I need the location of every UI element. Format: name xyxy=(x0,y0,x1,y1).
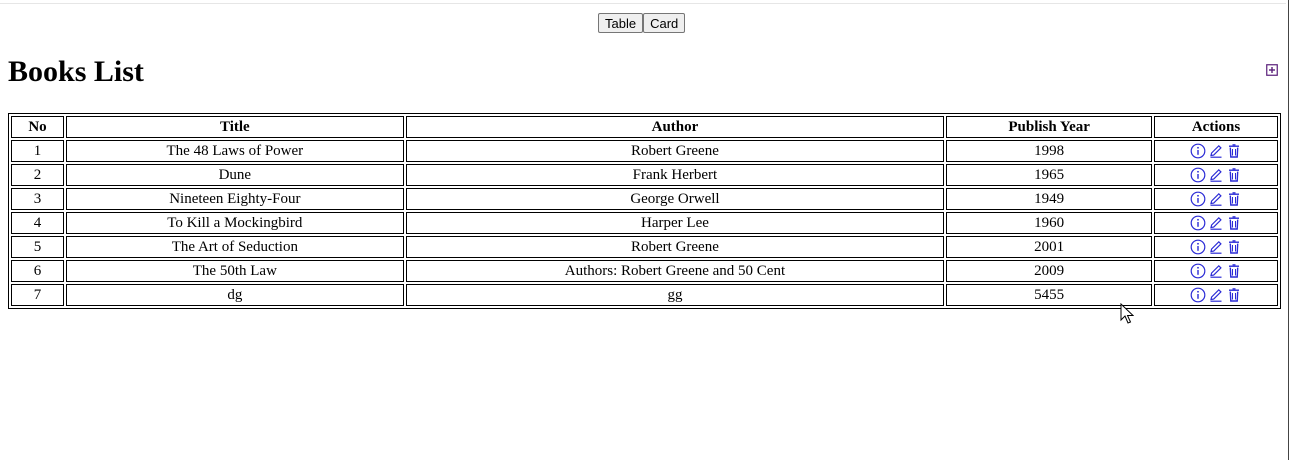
pencil-icon[interactable] xyxy=(1208,215,1224,231)
cell-publish-year: 2001 xyxy=(946,236,1153,258)
cell-title: The 48 Laws of Power xyxy=(65,140,404,162)
trash-icon[interactable] xyxy=(1226,263,1242,279)
header-publish-year: Publish Year xyxy=(946,116,1153,138)
cell-actions xyxy=(1154,188,1278,210)
trash-icon[interactable] xyxy=(1226,239,1242,255)
row-actions xyxy=(1190,191,1242,207)
row-actions xyxy=(1190,167,1242,183)
cell-no: 7 xyxy=(11,284,64,306)
pencil-icon[interactable] xyxy=(1208,191,1224,207)
card-view-button[interactable]: Card xyxy=(643,13,686,33)
cell-author: Harper Lee xyxy=(405,212,945,234)
cell-no: 3 xyxy=(11,188,64,210)
info-circle-icon[interactable] xyxy=(1190,143,1206,159)
row-actions xyxy=(1190,215,1242,231)
cell-no: 2 xyxy=(11,164,64,186)
info-circle-icon[interactable] xyxy=(1190,287,1206,303)
table-header-row: No Title Author Publish Year Actions xyxy=(11,116,1278,138)
cell-publish-year: 1965 xyxy=(946,164,1153,186)
table-view-button[interactable]: Table xyxy=(598,13,644,33)
add-box-icon[interactable] xyxy=(1266,64,1278,76)
books-table: No Title Author Publish Year Actions 1 Th… xyxy=(8,113,1281,309)
info-circle-icon[interactable] xyxy=(1190,215,1206,231)
row-actions xyxy=(1190,239,1242,255)
cell-publish-year: 2009 xyxy=(946,260,1153,282)
row-actions xyxy=(1190,287,1242,303)
cell-author: Frank Herbert xyxy=(405,164,945,186)
table-row: 7 dg gg 5455 xyxy=(11,284,1278,306)
cell-publish-year: 1960 xyxy=(946,212,1153,234)
cell-actions xyxy=(1154,140,1278,162)
cell-title: Nineteen Eighty-Four xyxy=(65,188,404,210)
cell-author: Robert Greene xyxy=(405,140,945,162)
pencil-icon[interactable] xyxy=(1208,143,1224,159)
cell-actions xyxy=(1154,164,1278,186)
header-actions: Actions xyxy=(1154,116,1278,138)
cell-actions xyxy=(1154,236,1278,258)
cell-actions xyxy=(1154,212,1278,234)
cell-actions xyxy=(1154,260,1278,282)
header-author: Author xyxy=(405,116,945,138)
cell-title: Dune xyxy=(65,164,404,186)
cell-author: George Orwell xyxy=(405,188,945,210)
top-divider xyxy=(0,3,1286,4)
table-row: 1 The 48 Laws of Power Robert Greene 1998 xyxy=(11,140,1278,162)
row-actions xyxy=(1190,263,1242,279)
cell-title: To Kill a Mockingbird xyxy=(65,212,404,234)
table-row: 2 Dune Frank Herbert 1965 xyxy=(11,164,1278,186)
pencil-icon[interactable] xyxy=(1208,287,1224,303)
trash-icon[interactable] xyxy=(1226,191,1242,207)
trash-icon[interactable] xyxy=(1226,287,1242,303)
trash-icon[interactable] xyxy=(1226,167,1242,183)
pencil-icon[interactable] xyxy=(1208,263,1224,279)
trash-icon[interactable] xyxy=(1226,143,1242,159)
header-no: No xyxy=(11,116,64,138)
cell-actions xyxy=(1154,284,1278,306)
cell-author: Robert Greene xyxy=(405,236,945,258)
row-actions xyxy=(1190,143,1242,159)
cell-no: 6 xyxy=(11,260,64,282)
table-row: 6 The 50th Law Authors: Robert Greene and … xyxy=(11,260,1278,282)
page: Table Card Books List No Title Author Pu… xyxy=(0,0,1290,460)
mouse-cursor-icon xyxy=(1120,303,1134,324)
table-row: 5 The Art of Seduction Robert Greene 2001 xyxy=(11,236,1278,258)
cell-no: 4 xyxy=(11,212,64,234)
table-row: 3 Nineteen Eighty-Four George Orwell 1949 xyxy=(11,188,1278,210)
view-toggle: Table Card xyxy=(598,13,686,33)
info-circle-icon[interactable] xyxy=(1190,167,1206,183)
cell-publish-year: 1998 xyxy=(946,140,1153,162)
window-edge xyxy=(1288,0,1289,460)
cell-publish-year: 1949 xyxy=(946,188,1153,210)
cell-author: gg xyxy=(405,284,945,306)
header-title: Title xyxy=(65,116,404,138)
cell-title: dg xyxy=(65,284,404,306)
table-row: 4 To Kill a Mockingbird Harper Lee 1960 xyxy=(11,212,1278,234)
cell-no: 1 xyxy=(11,140,64,162)
cell-author: Authors: Robert Greene and 50 Cent xyxy=(405,260,945,282)
info-circle-icon[interactable] xyxy=(1190,239,1206,255)
pencil-icon[interactable] xyxy=(1208,239,1224,255)
pencil-icon[interactable] xyxy=(1208,167,1224,183)
cell-title: The Art of Seduction xyxy=(65,236,404,258)
cell-title: The 50th Law xyxy=(65,260,404,282)
info-circle-icon[interactable] xyxy=(1190,263,1206,279)
info-circle-icon[interactable] xyxy=(1190,191,1206,207)
cell-no: 5 xyxy=(11,236,64,258)
trash-icon[interactable] xyxy=(1226,215,1242,231)
page-title: Books List xyxy=(8,55,144,88)
